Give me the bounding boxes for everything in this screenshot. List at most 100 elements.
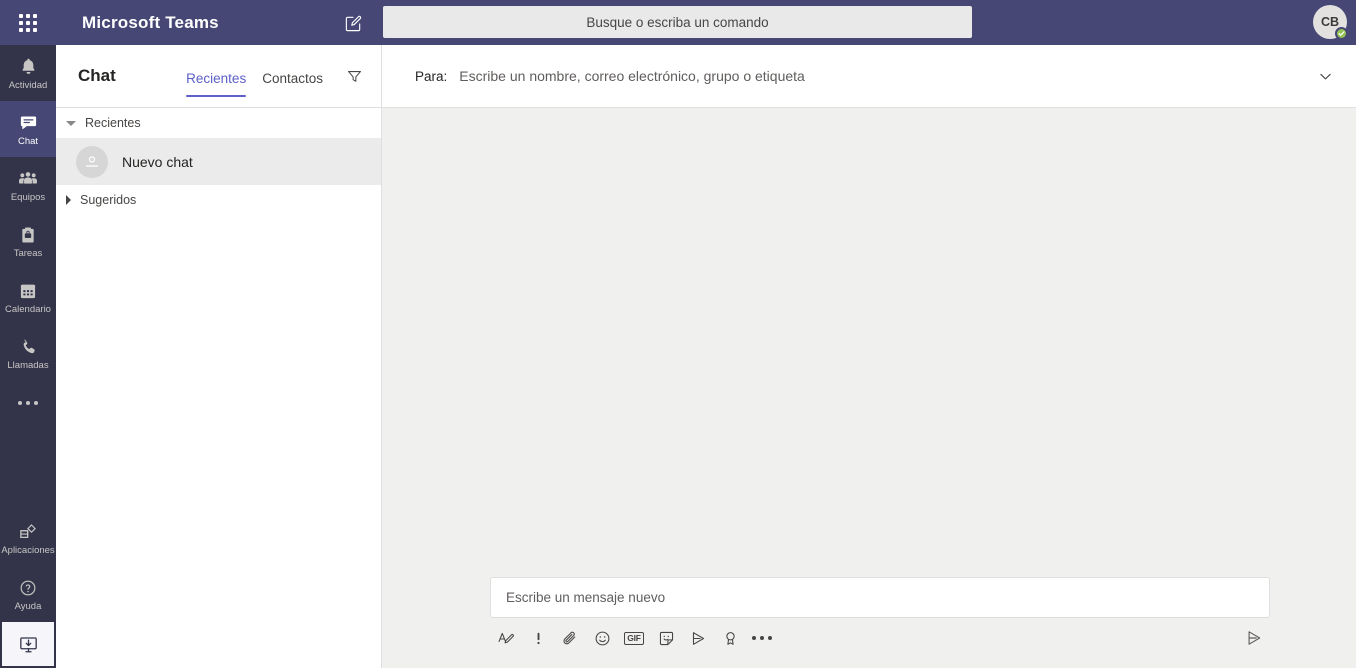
search-placeholder-text: Busque o escriba un comando <box>586 14 769 30</box>
recipient-placeholder-text: Escribe un nombre, correo electrónico, g… <box>459 68 805 84</box>
list-item-label: Nuevo chat <box>122 153 193 170</box>
tab-label: Recientes <box>186 70 247 86</box>
sidebar-item-llamadas[interactable]: Llamadas <box>0 325 56 381</box>
tab-contactos[interactable]: Contactos <box>262 45 323 107</box>
tab-recientes[interactable]: Recientes <box>186 45 247 107</box>
stream-video-icon[interactable] <box>682 622 714 654</box>
apps-glyph <box>20 523 36 538</box>
top-bar: Microsoft Teams Busque o escriba un coma… <box>0 0 1356 45</box>
recipient-input[interactable]: Escribe un nombre, correo electrónico, g… <box>459 68 1310 84</box>
phone-icon <box>18 336 38 358</box>
sidebar-item-label: Chat <box>17 135 39 147</box>
rail-bottom-group: Aplicaciones Ayuda <box>0 510 56 668</box>
more-dots-glyph <box>18 401 38 405</box>
priority-exclamation-icon[interactable] <box>522 622 554 654</box>
app-title: Microsoft Teams <box>82 12 219 32</box>
presence-available-icon <box>1335 27 1348 40</box>
chevron-down-icon[interactable] <box>1310 61 1340 91</box>
attach-paperclip-icon[interactable] <box>554 622 586 654</box>
recipient-label: Para: <box>415 68 448 84</box>
compose-pencil-icon[interactable] <box>338 8 368 38</box>
grid-apps-icon[interactable] <box>0 0 56 45</box>
tab-label: Contactos <box>262 70 323 86</box>
message-input[interactable]: Escribe un mensaje nuevo <box>490 577 1270 618</box>
apps-icon <box>18 521 38 543</box>
sidebar-item-ayuda[interactable]: Ayuda <box>0 566 56 622</box>
composer-toolbar: GIF <box>490 618 1270 658</box>
sidebar-item-tareas[interactable]: Tareas <box>0 213 56 269</box>
bell-icon <box>18 56 39 78</box>
download-desktop-glyph <box>19 636 37 652</box>
sticker-glyph <box>659 631 673 645</box>
sidebar-item-calendario[interactable]: Calendario <box>0 269 56 325</box>
send-glyph <box>1248 631 1261 645</box>
sidebar-item-label: Tareas <box>13 247 43 259</box>
people-icon <box>17 168 39 190</box>
section-label: Sugeridos <box>80 193 137 207</box>
sidebar-item-equipos[interactable]: Equipos <box>0 157 56 213</box>
message-canvas <box>382 108 1356 577</box>
paperclip-glyph <box>562 631 575 644</box>
recipient-row: Para: Escribe un nombre, correo electrón… <box>382 45 1356 108</box>
teams-app-window: Microsoft Teams Busque o escriba un coma… <box>0 0 1356 668</box>
tasks-clipboard-icon <box>18 224 38 246</box>
more-horizontal-icon <box>752 636 772 640</box>
stream-glyph <box>692 631 704 645</box>
gif-label: GIF <box>624 631 644 645</box>
chat-bubble-icon <box>18 112 39 134</box>
presence-check-glyph <box>1338 31 1345 36</box>
message-placeholder-text: Escribe un mensaje nuevo <box>506 590 666 605</box>
chat-bubble-glyph <box>20 116 36 130</box>
phone-glyph <box>23 339 35 353</box>
praise-award-icon[interactable] <box>714 622 746 654</box>
priority-glyph <box>536 632 540 644</box>
person-avatar-icon <box>76 145 108 178</box>
page-title: Chat <box>78 66 116 85</box>
calendar-icon <box>18 280 38 302</box>
avatar-initials: CB <box>1320 15 1340 29</box>
left-rail: Actividad Chat Equipos Tareas Calendario… <box>0 45 56 668</box>
people-glyph <box>19 171 37 184</box>
help-question-icon <box>18 577 38 599</box>
app-body: Actividad Chat Equipos Tareas Calendario… <box>0 45 1356 668</box>
sidebar-item-label: Equipos <box>10 191 46 203</box>
avatar[interactable]: CB <box>1313 5 1348 40</box>
filter-funnel-glyph <box>347 70 361 82</box>
emoji-smiley-icon[interactable] <box>586 622 618 654</box>
list-item[interactable]: Nuevo chat <box>56 138 381 185</box>
section-label: Recientes <box>85 116 141 130</box>
format-text-icon[interactable] <box>490 622 522 654</box>
help-glyph <box>20 580 36 595</box>
compose-pencil-glyph <box>345 15 361 31</box>
sidebar-item-actividad[interactable]: Actividad <box>0 45 56 101</box>
chevron-right-icon <box>66 195 71 205</box>
chat-list-header: Chat Recientes Contactos <box>56 45 381 108</box>
person-avatar-glyph <box>86 155 98 167</box>
send-paper-plane-icon[interactable] <box>1238 622 1270 654</box>
download-desktop-icon[interactable] <box>2 622 54 666</box>
chat-list-panel: Chat Recientes Contactos Recientes Nuevo… <box>56 45 382 668</box>
clipboard-glyph <box>22 227 34 242</box>
filter-funnel-icon[interactable] <box>341 63 367 89</box>
search-input[interactable]: Busque o escriba un comando <box>383 6 972 38</box>
gif-icon[interactable]: GIF <box>618 622 650 654</box>
bell-glyph <box>22 58 34 74</box>
section-header-sugeridos[interactable]: Sugeridos <box>56 185 381 215</box>
section-header-recientes[interactable]: Recientes <box>56 108 381 138</box>
message-composer: Escribe un mensaje nuevo GIF <box>382 577 1356 668</box>
format-text-glyph <box>498 632 514 643</box>
chevron-down-icon <box>66 120 76 126</box>
emoji-glyph <box>595 631 609 645</box>
sidebar-item-label: Aplicaciones <box>1 544 55 556</box>
calendar-glyph <box>20 284 36 298</box>
sidebar-item-chat[interactable]: Chat <box>0 101 56 157</box>
sticker-icon[interactable] <box>650 622 682 654</box>
sidebar-item-label: Actividad <box>8 79 48 91</box>
sidebar-item-label: Calendario <box>5 303 51 315</box>
waffle-grid-shape <box>19 13 37 32</box>
more-horizontal-icon[interactable] <box>0 381 56 425</box>
sidebar-item-aplicaciones[interactable]: Aplicaciones <box>0 510 56 566</box>
chat-list-tabs: Recientes Contactos <box>186 45 367 107</box>
more-options-button[interactable] <box>746 622 778 654</box>
chevron-down-glyph <box>1319 73 1331 79</box>
